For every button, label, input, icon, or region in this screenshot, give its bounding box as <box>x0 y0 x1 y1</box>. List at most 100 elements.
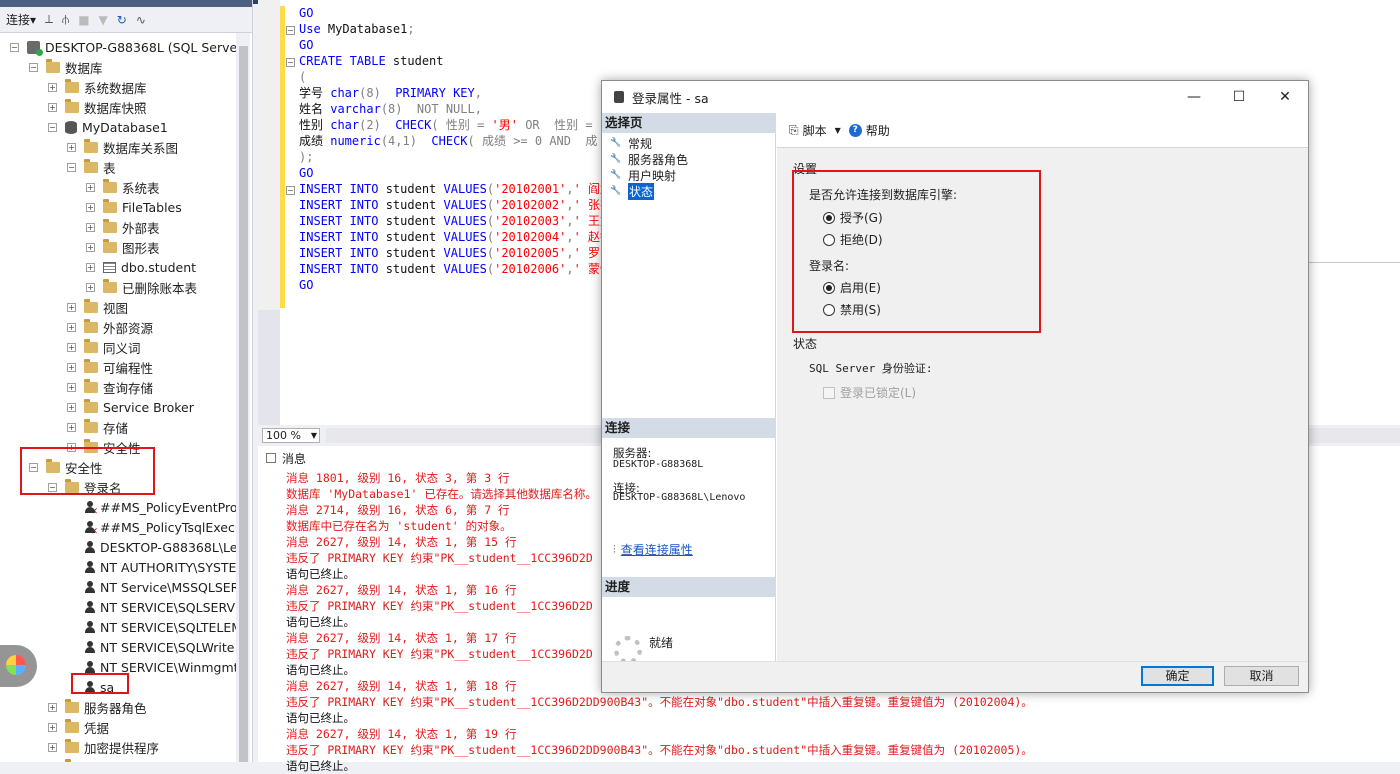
page-item[interactable]: 🔧 服务器角色 <box>610 151 688 167</box>
fold-marker-create[interactable]: − <box>286 58 295 67</box>
tree-node[interactable]: − MyDatabase1 <box>48 117 168 137</box>
tree-node[interactable]: + 视图 <box>67 297 128 317</box>
code-line[interactable]: INSERT INTO student VALUES('20102006',' … <box>299 261 612 277</box>
tree-node[interactable]: + 已删除账本表 <box>86 277 197 297</box>
collapse-icon[interactable]: − <box>48 122 57 132</box>
tree-node[interactable]: + FileTables <box>86 197 182 217</box>
expand-icon[interactable]: + <box>67 362 76 372</box>
view-connection-properties-link[interactable]: 查看连接属性 <box>621 541 693 558</box>
collapse-icon[interactable]: − <box>10 42 19 52</box>
code-line[interactable]: 成绩 numeric(4,1) CHECK( 成绩 >= 0 AND 成 <box>299 133 597 149</box>
tree-node[interactable]: − 数据库 <box>29 57 103 77</box>
view-connection-properties[interactable]: ⫶ 查看连接属性 <box>613 541 693 558</box>
expand-icon[interactable]: + <box>48 82 57 92</box>
expand-icon[interactable]: + <box>86 262 95 272</box>
tree-node[interactable]: − 表 <box>67 157 116 177</box>
tree-node[interactable]: + 外部资源 <box>67 317 153 337</box>
tree-node[interactable]: + 凭据 <box>48 717 109 737</box>
tree-node[interactable]: + 图形表 <box>86 237 160 257</box>
maximize-button[interactable]: ☐ <box>1229 87 1249 107</box>
disconnect-icon[interactable]: ⫛ <box>62 12 69 27</box>
tree-node[interactable]: ✕ ##MS_PolicyTsqlExecu <box>67 517 243 537</box>
code-line[interactable]: INSERT INTO student VALUES('20102004',' … <box>299 229 612 245</box>
page-item[interactable]: 🔧 用户映射 <box>610 167 676 183</box>
tree-node[interactable]: + 可编程性 <box>67 357 153 377</box>
expand-icon[interactable]: + <box>67 382 76 392</box>
expand-icon[interactable]: + <box>67 322 76 332</box>
expand-icon[interactable]: + <box>86 222 95 232</box>
ok-button[interactable]: 确定 <box>1141 666 1214 686</box>
code-line[interactable]: ); <box>299 149 313 165</box>
code-line[interactable]: INSERT INTO student VALUES('20102001',' … <box>299 181 612 197</box>
expand-icon[interactable]: + <box>48 742 57 752</box>
help-icon[interactable]: ? <box>848 123 862 137</box>
fold-marker-insert[interactable]: − <box>286 186 295 195</box>
expand-icon[interactable]: + <box>67 422 76 432</box>
minimize-button[interactable]: — <box>1184 87 1204 107</box>
expand-icon[interactable]: + <box>67 142 76 152</box>
expand-icon[interactable]: + <box>86 202 95 212</box>
tree-node[interactable]: + 外部表 <box>86 217 160 237</box>
tree-node[interactable]: + 系统表 <box>86 177 160 197</box>
script-dropdown-icon[interactable]: ▼ <box>835 126 841 135</box>
code-line[interactable]: INSERT INTO student VALUES('20102003',' … <box>299 213 612 229</box>
code-line[interactable]: 姓名 varchar(8) NOT NULL, <box>299 101 482 117</box>
page-item[interactable]: 🔧 状态 <box>610 182 655 200</box>
script-button[interactable]: 脚本 <box>803 122 827 139</box>
page-item[interactable]: 🔧 常规 <box>610 135 652 151</box>
code-line[interactable]: 学号 char(8) PRIMARY KEY, <box>299 85 482 101</box>
tree-node[interactable]: + dbo.student <box>86 257 196 277</box>
code-line[interactable]: CREATE TABLE student <box>299 53 444 69</box>
collapse-icon[interactable]: − <box>29 62 38 72</box>
expand-icon[interactable]: + <box>48 702 57 712</box>
tree-node[interactable]: +审核 <box>48 757 109 762</box>
tree-node[interactable]: + 查询存储 <box>67 377 153 397</box>
tree-node[interactable]: ✕ ##MS_PolicyEventProc <box>67 497 244 517</box>
refresh-icon[interactable]: ↻ <box>117 13 127 27</box>
expand-icon[interactable]: + <box>48 102 57 112</box>
script-icon[interactable]: ⎘ <box>789 123 799 138</box>
filter-icon[interactable]: ▼ <box>99 13 108 27</box>
login-locked-checkbox[interactable]: 登录已锁定(L) <box>823 384 916 401</box>
code-line[interactable]: INSERT INTO student VALUES('20102005',' … <box>299 245 612 261</box>
tree-node[interactable]: − DESKTOP-G88368L (SQL Server <box>10 37 242 57</box>
tree-node[interactable]: NT SERVICE\SQLTELEM <box>67 617 242 637</box>
expand-icon[interactable]: + <box>86 182 95 192</box>
code-line[interactable]: GO <box>299 277 313 293</box>
activity-monitor-icon[interactable]: ∿ <box>136 13 146 27</box>
code-line[interactable]: ( <box>299 69 306 85</box>
tree-node[interactable]: + 系统数据库 <box>48 77 147 97</box>
code-line[interactable]: GO <box>299 5 313 21</box>
expand-icon[interactable]: + <box>48 722 57 732</box>
tree-node[interactable]: + 存储 <box>67 417 128 437</box>
tree-node[interactable]: + 同义词 <box>67 337 141 357</box>
expand-icon[interactable]: + <box>86 242 95 252</box>
stop-icon[interactable]: ■ <box>78 13 89 27</box>
tab-messages[interactable]: 消息 <box>266 448 306 468</box>
expand-icon[interactable]: + <box>67 342 76 352</box>
tree-node[interactable]: + Service Broker <box>67 397 194 417</box>
expand-icon[interactable]: + <box>86 282 95 292</box>
tree-node[interactable]: NT AUTHORITY\SYSTE <box>67 557 236 577</box>
fold-marker-use[interactable]: − <box>286 26 295 35</box>
plug-icon[interactable]: ⟂ <box>45 12 53 27</box>
connect-button[interactable]: 连接▾ <box>6 11 36 28</box>
code-line[interactable]: INSERT INTO student VALUES('20102002',' … <box>299 197 612 213</box>
expand-icon[interactable]: + <box>67 302 76 312</box>
tree-node[interactable]: NT SERVICE\SQLSERVI <box>67 597 239 617</box>
tree-node[interactable]: + 数据库快照 <box>48 97 147 117</box>
code-line[interactable]: 性别 char(2) CHECK( 性别 = '男' OR 性别 = <box>299 117 600 133</box>
cancel-button[interactable]: 取消 <box>1224 666 1299 686</box>
object-explorer-scroll-thumb[interactable] <box>239 46 248 762</box>
tree-node[interactable]: DESKTOP-G88368L\Len <box>67 537 245 557</box>
help-button[interactable]: 帮助 <box>866 122 890 139</box>
tree-node[interactable]: NT SERVICE\SQLWrite <box>67 637 234 657</box>
login-locked-checkbox-box[interactable] <box>823 386 835 399</box>
tree-node[interactable]: NT Service\MSSQLSER <box>67 577 239 597</box>
expand-icon[interactable]: + <box>67 402 76 412</box>
close-button[interactable]: ✕ <box>1275 87 1295 107</box>
code-line[interactable]: GO <box>299 37 313 53</box>
tree-node[interactable]: + 服务器角色 <box>48 697 147 717</box>
code-line[interactable]: Use MyDatabase1; <box>299 21 415 37</box>
collapse-icon[interactable]: − <box>67 162 76 172</box>
